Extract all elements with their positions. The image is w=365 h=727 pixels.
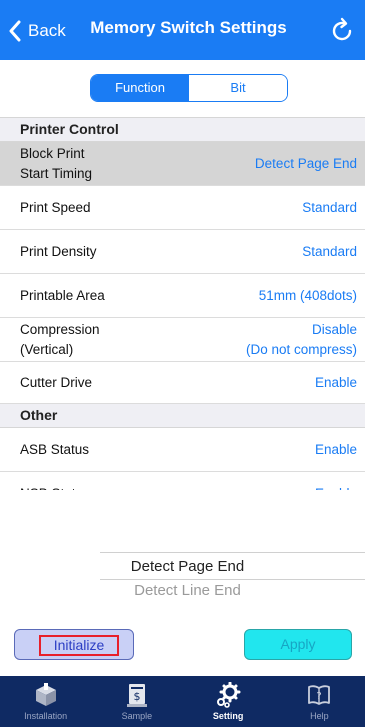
picker-selected-option[interactable]: Detect Page End [90, 558, 285, 575]
segment-function[interactable]: Function [91, 75, 189, 101]
function-bit-segmented-control: Function Bit [90, 74, 288, 102]
tab-label: Help [310, 711, 329, 721]
section-header-other: Other [0, 404, 365, 428]
initialize-label: Initialize [39, 635, 119, 656]
row-value: 51mm (408dots) [258, 288, 357, 303]
row-value: Disable (Do not compress) [246, 318, 357, 361]
svg-text:?: ? [317, 691, 322, 702]
row-printable-area[interactable]: Printable Area 51mm (408dots) [0, 274, 365, 318]
tab-bar: Installation $ Sample Setting ? Help [0, 676, 365, 727]
tab-sample[interactable]: $ Sample [91, 676, 182, 727]
segment-bit[interactable]: Bit [189, 75, 287, 101]
tab-installation[interactable]: Installation [0, 676, 91, 727]
row-cutter-drive[interactable]: Cutter Drive Enable [0, 362, 365, 404]
page-title: Memory Switch Settings [90, 18, 287, 37]
row-block-print-start-timing[interactable]: Block Print Start Timing Detect Page End [0, 142, 365, 186]
row-label: Print Density [20, 244, 97, 259]
row-label-line2: (Vertical) [20, 341, 74, 357]
section-header-printer-control: Printer Control [0, 118, 365, 142]
row-value-line2: (Do not compress) [245, 341, 357, 357]
receipt-icon: $ [126, 684, 147, 707]
tab-help[interactable]: ? Help [274, 676, 365, 727]
book-question-icon: ? [308, 685, 331, 705]
row-label: Printable Area [20, 288, 105, 303]
row-label-line2: Start Timing [20, 165, 93, 181]
navigation-bar: Back Memory Switch Settings [0, 0, 365, 60]
tab-label: Sample [121, 711, 153, 721]
gears-icon [217, 682, 241, 708]
settings-list[interactable]: Printer Control Block Print Start Timing… [0, 117, 365, 490]
tab-label: Installation [24, 711, 68, 721]
row-value: Detect Page End [254, 156, 357, 171]
row-value: Standard [302, 200, 357, 215]
refresh-icon[interactable] [331, 16, 355, 44]
initialize-button[interactable]: Initialize [14, 629, 134, 660]
tab-label: Setting [212, 711, 244, 721]
row-value: Standard [302, 244, 357, 259]
row-value: Enable [314, 375, 357, 390]
box-icon [35, 683, 56, 706]
apply-button[interactable]: Apply [244, 629, 352, 660]
row-label: Cutter Drive [20, 375, 93, 390]
tab-setting[interactable]: Setting [183, 676, 274, 727]
row-nsb-status[interactable]: NSB Status Enable [0, 472, 365, 490]
row-label: Print Speed [20, 200, 91, 215]
row-asb-status[interactable]: ASB Status Enable [0, 428, 365, 472]
row-label-line1: Block Print [20, 145, 85, 161]
svg-text:$: $ [133, 690, 140, 703]
value-picker[interactable]: Detect Page End Detect Line End [100, 552, 365, 604]
row-compression-vertical[interactable]: Compression (Vertical) Disable (Do not c… [0, 318, 365, 362]
row-label: Compression (Vertical) [20, 318, 100, 361]
row-print-speed[interactable]: Print Speed Standard [0, 186, 365, 230]
picker-divider [100, 552, 365, 553]
picker-option[interactable]: Detect Line End [90, 582, 285, 599]
row-label: NSB Status [20, 472, 90, 490]
picker-divider [100, 579, 365, 580]
row-value: Enable [315, 472, 357, 490]
row-print-density[interactable]: Print Density Standard [0, 230, 365, 274]
row-label: ASB Status [20, 442, 90, 457]
row-value: Enable [314, 442, 357, 457]
row-label-line1: Compression [20, 321, 100, 337]
row-value-line1: Disable [311, 321, 357, 337]
row-label: Block Print Start Timing [20, 142, 92, 185]
